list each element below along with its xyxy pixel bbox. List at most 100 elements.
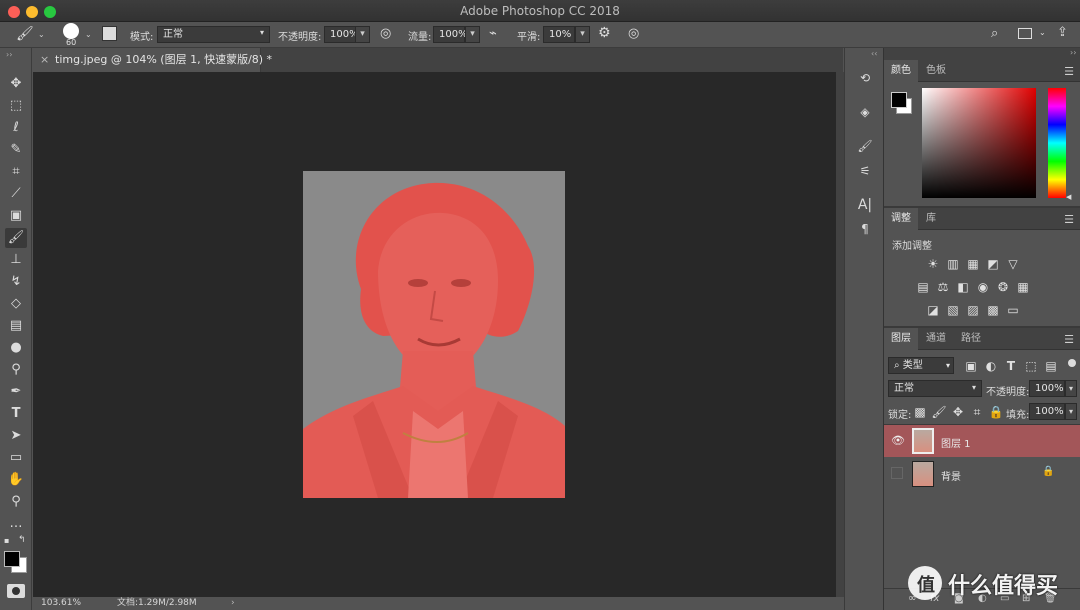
quick-select-tool-icon[interactable]: ✎	[5, 140, 27, 160]
eraser-tool-icon[interactable]: ◇	[5, 294, 27, 314]
panel-menu-icon[interactable]: ☰	[1064, 65, 1074, 78]
layer-row-background[interactable]: 背景 🔒	[884, 458, 1080, 490]
gradient-tool-icon[interactable]: ▤	[5, 316, 27, 336]
flow-dropdown[interactable]: ▾	[465, 26, 480, 43]
brush-tip-preview[interactable]	[63, 23, 79, 39]
search-icon[interactable]: ⌕	[991, 26, 998, 41]
exposure-icon[interactable]: ◩	[985, 257, 1001, 271]
swap-colors-icon[interactable]: ↰	[18, 535, 26, 545]
tab-paths[interactable]: 路径	[954, 328, 988, 350]
gear-icon[interactable]: ⚙	[598, 25, 611, 41]
eye-icon[interactable]: 👁	[891, 434, 905, 447]
tab-color[interactable]: 颜色	[884, 60, 918, 82]
layer-row-layer-1[interactable]: 👁 图层 1	[884, 425, 1080, 457]
pen-tool-icon[interactable]: ✒	[5, 382, 27, 402]
chevron-down-icon[interactable]: ⌄	[1039, 28, 1046, 37]
chevron-down-icon[interactable]: ▾	[1065, 403, 1077, 420]
type-tool-icon[interactable]: T	[5, 404, 27, 424]
zoom-tool-icon[interactable]: ⚲	[5, 492, 27, 512]
brightness-contrast-icon[interactable]: ☀	[925, 257, 941, 271]
opacity-dropdown[interactable]: ▾	[355, 26, 370, 43]
filter-toggle-icon[interactable]	[1068, 359, 1076, 367]
mode-select[interactable]: 正常	[157, 26, 270, 43]
collapse-icon[interactable]: ‹‹	[871, 49, 877, 58]
brush-preset-icon[interactable]: 🖌	[16, 26, 34, 42]
chevron-down-icon[interactable]: ⌄	[85, 30, 92, 39]
hue-slider[interactable]	[1048, 88, 1066, 198]
filter-adjustment-icon[interactable]: ◐	[983, 359, 999, 373]
document-tab[interactable]: × timg.jpeg @ 104% (图层 1, 快速蒙版/8) *	[33, 48, 272, 72]
document-image[interactable]	[303, 171, 565, 498]
curves-icon[interactable]: ▦	[965, 257, 981, 271]
pressure-opacity-icon[interactable]: ◎	[380, 26, 391, 41]
workspace-icon[interactable]	[1018, 28, 1032, 39]
photo-filter-icon[interactable]: ◉	[975, 280, 991, 294]
color-field[interactable]	[922, 88, 1036, 198]
history-brush-tool-icon[interactable]: ↯	[5, 272, 27, 292]
lock-artboard-icon[interactable]: ⌗	[969, 405, 985, 419]
tab-channels[interactable]: 通道	[919, 328, 953, 350]
tab-libraries[interactable]: 库	[919, 208, 943, 230]
airbrush-icon[interactable]: ⌁	[489, 26, 497, 41]
hue-slider-handle-icon[interactable]: ◀	[1066, 193, 1071, 201]
eyedropper-tool-icon[interactable]: ⟋	[5, 184, 27, 204]
invert-icon[interactable]: ◪	[925, 303, 941, 317]
healing-brush-tool-icon[interactable]: ▣	[5, 206, 27, 226]
canvas-area[interactable]	[33, 72, 836, 597]
vibrance-icon[interactable]: ▽	[1005, 257, 1021, 271]
default-colors-icon[interactable]: ▪	[4, 536, 9, 545]
layer-name[interactable]: 图层 1	[941, 435, 971, 450]
status-menu-arrow-icon[interactable]: ›	[231, 597, 235, 610]
3d-panel-icon[interactable]: ◈	[854, 102, 876, 122]
path-select-tool-icon[interactable]: ➤	[5, 426, 27, 446]
flow-input[interactable]: 100%	[433, 26, 468, 43]
filter-smart-object-icon[interactable]: ▤	[1043, 359, 1059, 373]
pressure-size-icon[interactable]: ◎	[628, 26, 639, 41]
panel-menu-icon[interactable]: ☰	[1064, 333, 1074, 346]
chevron-down-icon[interactable]: ▾	[1065, 380, 1077, 397]
foreground-color-swatch[interactable]	[891, 92, 907, 108]
clone-stamp-tool-icon[interactable]: ⊥	[5, 250, 27, 270]
zoom-level[interactable]: 103.61%	[41, 597, 81, 610]
levels-icon[interactable]: ▥	[945, 257, 961, 271]
quick-mask-icon[interactable]	[7, 584, 25, 598]
smoothing-dropdown[interactable]: ▾	[575, 26, 590, 43]
collapse-icon[interactable]: ››	[6, 50, 12, 59]
lock-position-icon[interactable]: ✥	[950, 405, 966, 419]
close-tab-icon[interactable]: ×	[40, 48, 49, 72]
channel-mixer-icon[interactable]: ❂	[995, 280, 1011, 294]
tab-adjustments[interactable]: 调整	[884, 208, 918, 230]
properties-panel-icon[interactable]: ⚟	[854, 161, 876, 181]
tab-swatches[interactable]: 色板	[919, 60, 953, 82]
posterize-icon[interactable]: ▧	[945, 303, 961, 317]
filter-pixel-icon[interactable]: ▣	[963, 359, 979, 373]
hand-tool-icon[interactable]: ✋	[5, 470, 27, 490]
move-tool-icon[interactable]: ✥	[5, 74, 27, 94]
opacity-input[interactable]: 100%	[324, 26, 359, 43]
hue-saturation-icon[interactable]: ▤	[915, 280, 931, 294]
threshold-icon[interactable]: ▨	[965, 303, 981, 317]
marquee-tool-icon[interactable]: ⬚	[5, 96, 27, 116]
layer-filter-select[interactable]: ⌕ 类型 ▾	[888, 357, 954, 374]
foreground-color-swatch[interactable]	[4, 551, 20, 567]
brush-panel-icon[interactable]: 🖌	[854, 136, 876, 156]
tab-layers[interactable]: 图层	[884, 328, 918, 350]
lasso-tool-icon[interactable]: ℓ	[5, 118, 27, 138]
chevron-down-icon[interactable]: ⌄	[38, 30, 45, 39]
collapse-icon[interactable]: ››	[1070, 48, 1076, 57]
selective-color-icon[interactable]: ▩	[985, 303, 1001, 317]
layer-opacity-input[interactable]: 100%	[1029, 380, 1065, 397]
visibility-toggle[interactable]	[891, 467, 903, 479]
lock-transparent-icon[interactable]: ▩	[912, 405, 928, 419]
filter-shape-icon[interactable]: ⬚	[1023, 359, 1039, 373]
character-panel-icon[interactable]: A|	[854, 195, 876, 215]
more-tools-icon[interactable]: …	[5, 514, 27, 534]
history-panel-icon[interactable]: ⟲	[854, 68, 876, 88]
filter-type-icon[interactable]: T	[1003, 359, 1019, 373]
vertical-scrollbar[interactable]	[836, 72, 844, 597]
fill-input[interactable]: 100%	[1029, 403, 1065, 420]
paragraph-panel-icon[interactable]: ¶	[854, 219, 876, 239]
color-lookup-icon[interactable]: ▦	[1015, 280, 1031, 294]
panel-menu-icon[interactable]: ☰	[1064, 213, 1074, 226]
color-balance-icon[interactable]: ⚖	[935, 280, 951, 294]
